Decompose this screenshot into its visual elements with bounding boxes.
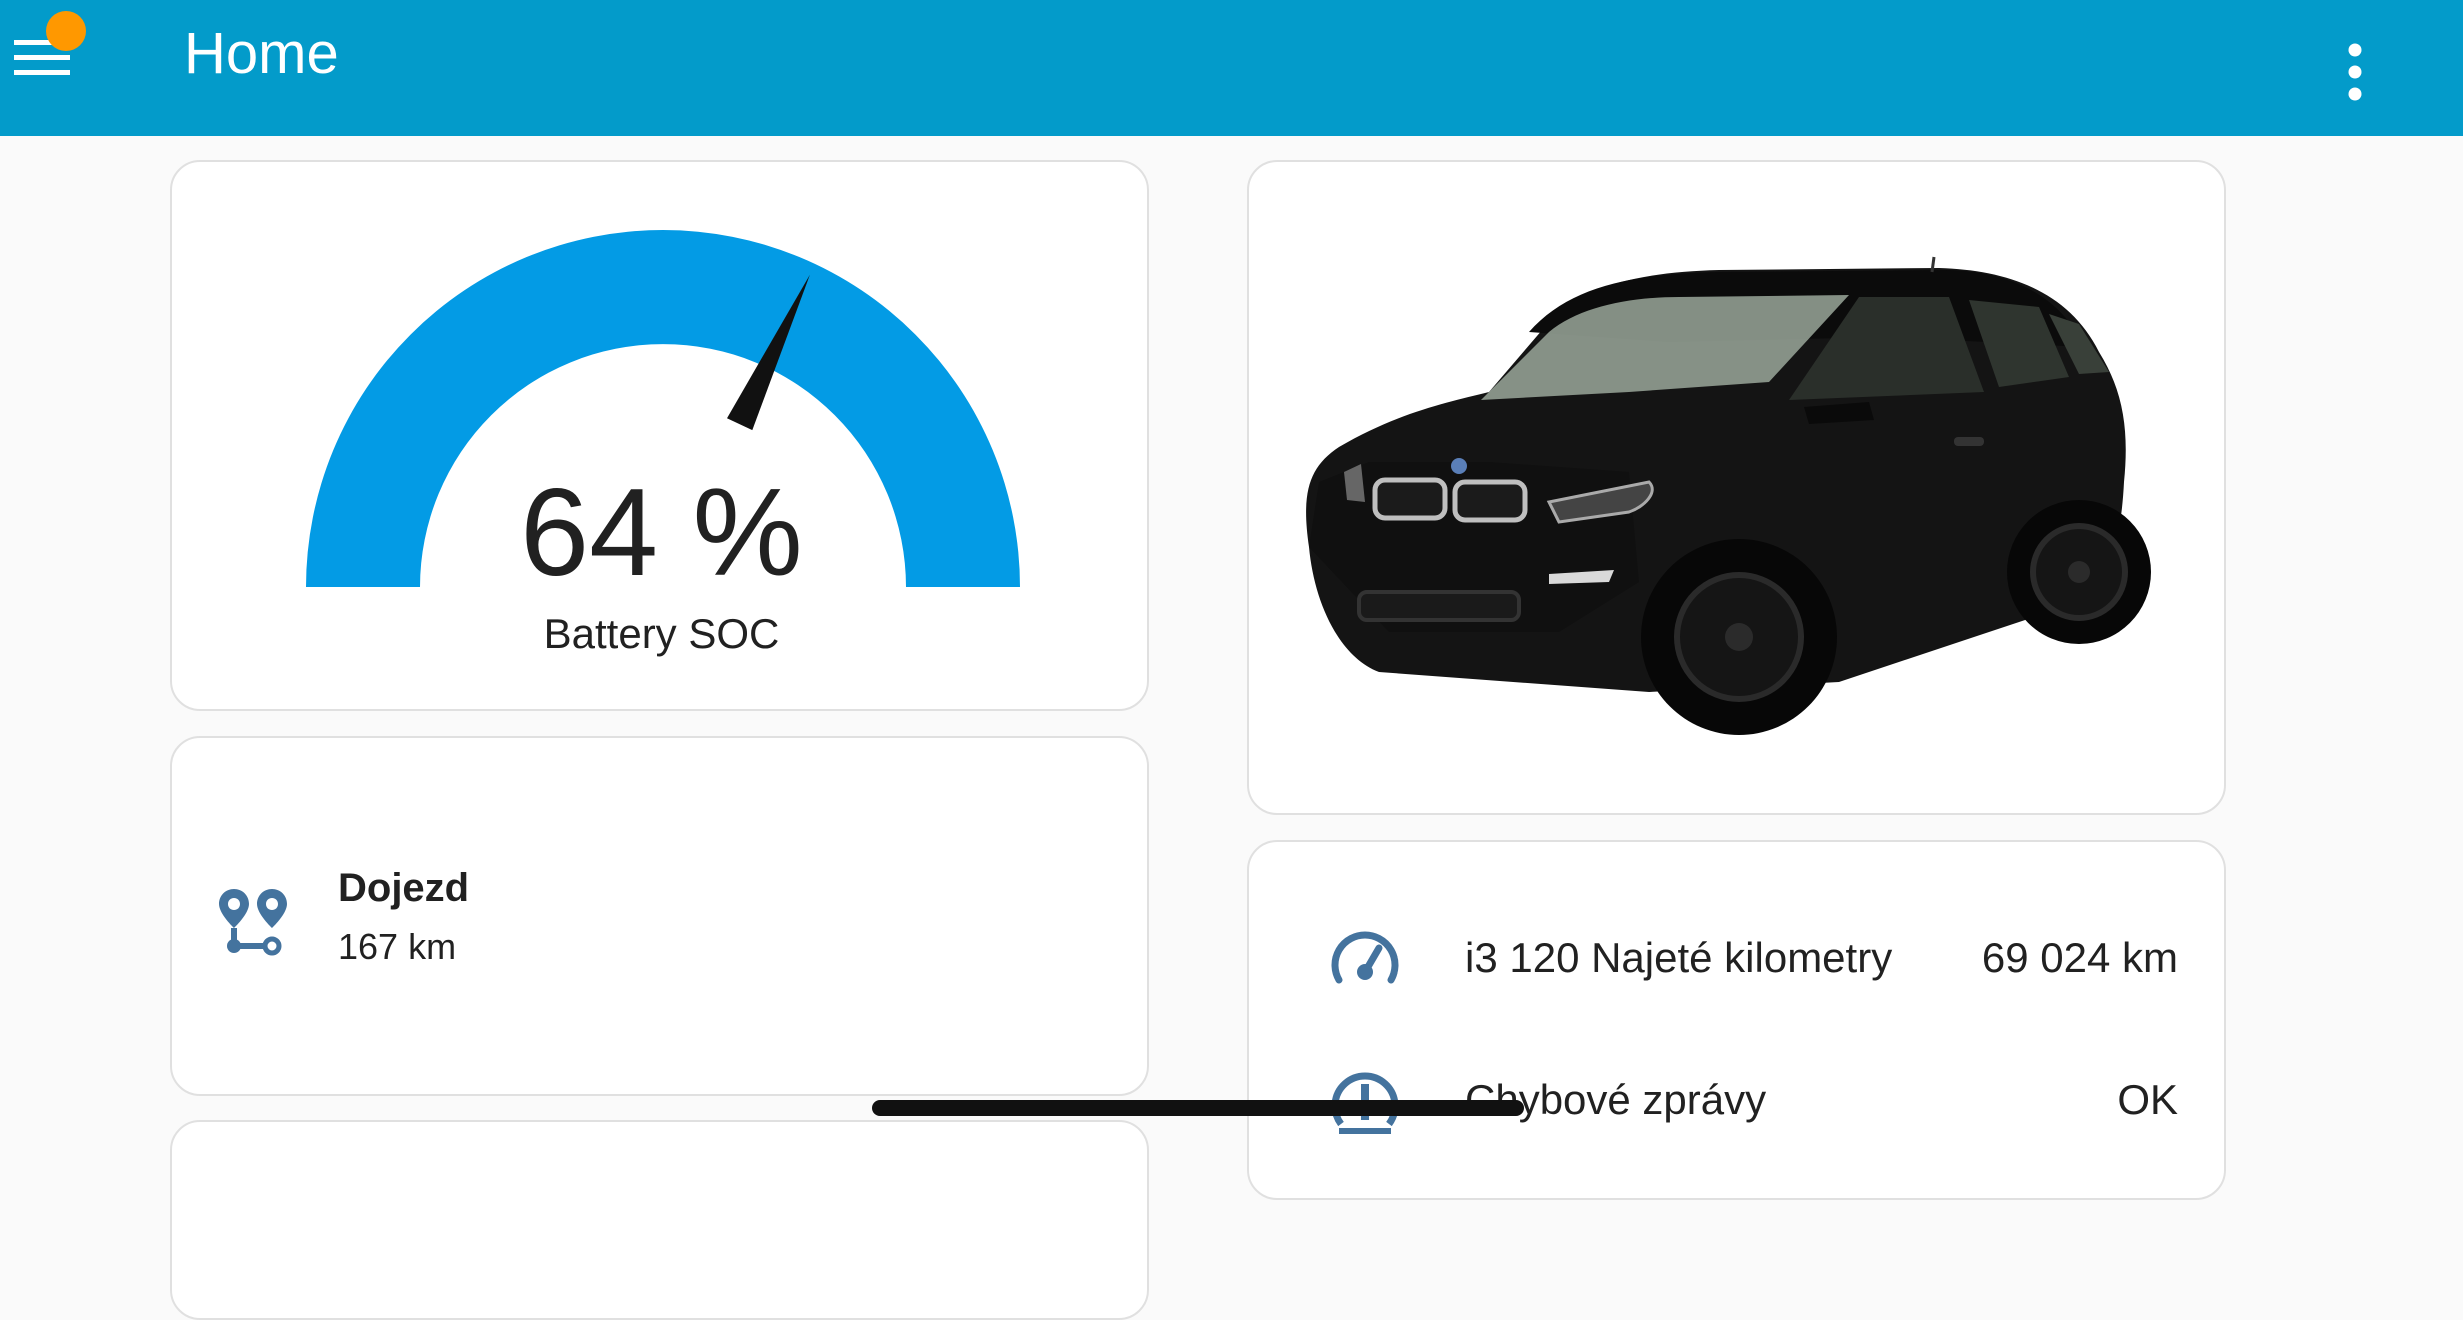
battery-gauge-card[interactable]: 64 % Battery SOC: [170, 160, 1149, 711]
car-picture-card[interactable]: [1247, 160, 2226, 815]
notification-badge: [46, 11, 86, 51]
map-marker-path-icon: [219, 889, 287, 956]
next-card[interactable]: [170, 1120, 1149, 1320]
home-indicator-bar[interactable]: [872, 1100, 1524, 1116]
more-vertical-icon: [2348, 43, 2362, 101]
range-value: 167 km: [338, 926, 457, 967]
car-image: [1306, 256, 2151, 735]
speedometer-icon: [1331, 931, 1399, 984]
vehicle-entities-card: i3 120 Najeté kilometry 69 024 km Chybov…: [1247, 840, 2226, 1200]
page-title: Home: [184, 21, 339, 86]
gauge-label: Battery SOC: [543, 610, 780, 657]
overflow-menu-button[interactable]: [2330, 20, 2380, 110]
range-name: Dojezd: [338, 866, 470, 910]
range-entity-card[interactable]: Dojezd 167 km: [170, 736, 1149, 1096]
entity-name: i3 120 Najeté kilometry: [1465, 934, 1893, 981]
gauge-value: 64 %: [520, 464, 803, 602]
app-header: Home: [0, 0, 2463, 136]
entity-value: 69 024 km: [1981, 934, 2178, 981]
entity-value: OK: [2117, 1076, 2178, 1123]
